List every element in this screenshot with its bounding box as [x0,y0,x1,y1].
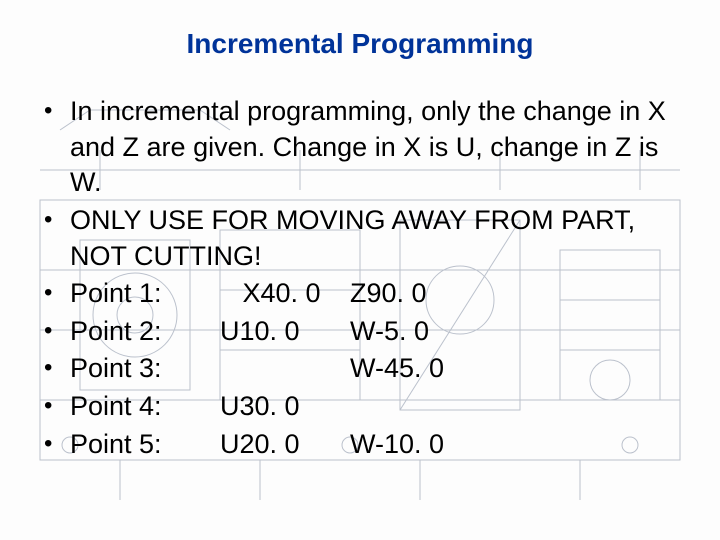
point-label: Point 3: [70,351,220,387]
list-item: Point 3: W-45. 0 [44,351,680,387]
point-label: Point 1: [70,276,220,312]
point-col2: W-10. 0 [350,427,444,463]
point-col1: U30. 0 [220,389,350,425]
bullet-intro: In incremental programming, only the cha… [70,94,680,201]
list-item: Point 4: U30. 0 [44,389,680,425]
list-item: Point 1: X40. 0 Z90. 0 [44,276,680,312]
point-col1 [220,351,350,387]
point-col1: X40. 0 [220,276,350,312]
list-item: In incremental programming, only the cha… [44,94,680,201]
point-col2: W-5. 0 [350,314,429,350]
point-col1: U10. 0 [220,314,350,350]
bullet-warning: ONLY USE FOR MOVING AWAY FROM PART, NOT … [70,203,680,274]
point-col2: Z90. 0 [350,276,427,312]
point-label: Point 2: [70,314,220,350]
slide-title: Incremental Programming [40,28,680,60]
point-label: Point 5: [70,427,220,463]
point-label: Point 4: [70,389,220,425]
list-item: ONLY USE FOR MOVING AWAY FROM PART, NOT … [44,203,680,274]
point-col2: W-45. 0 [350,351,444,387]
list-item: Point 2: U10. 0 W-5. 0 [44,314,680,350]
list-item: Point 5: U20. 0 W-10. 0 [44,427,680,463]
point-col1: U20. 0 [220,427,350,463]
bullet-list: In incremental programming, only the cha… [40,94,680,462]
